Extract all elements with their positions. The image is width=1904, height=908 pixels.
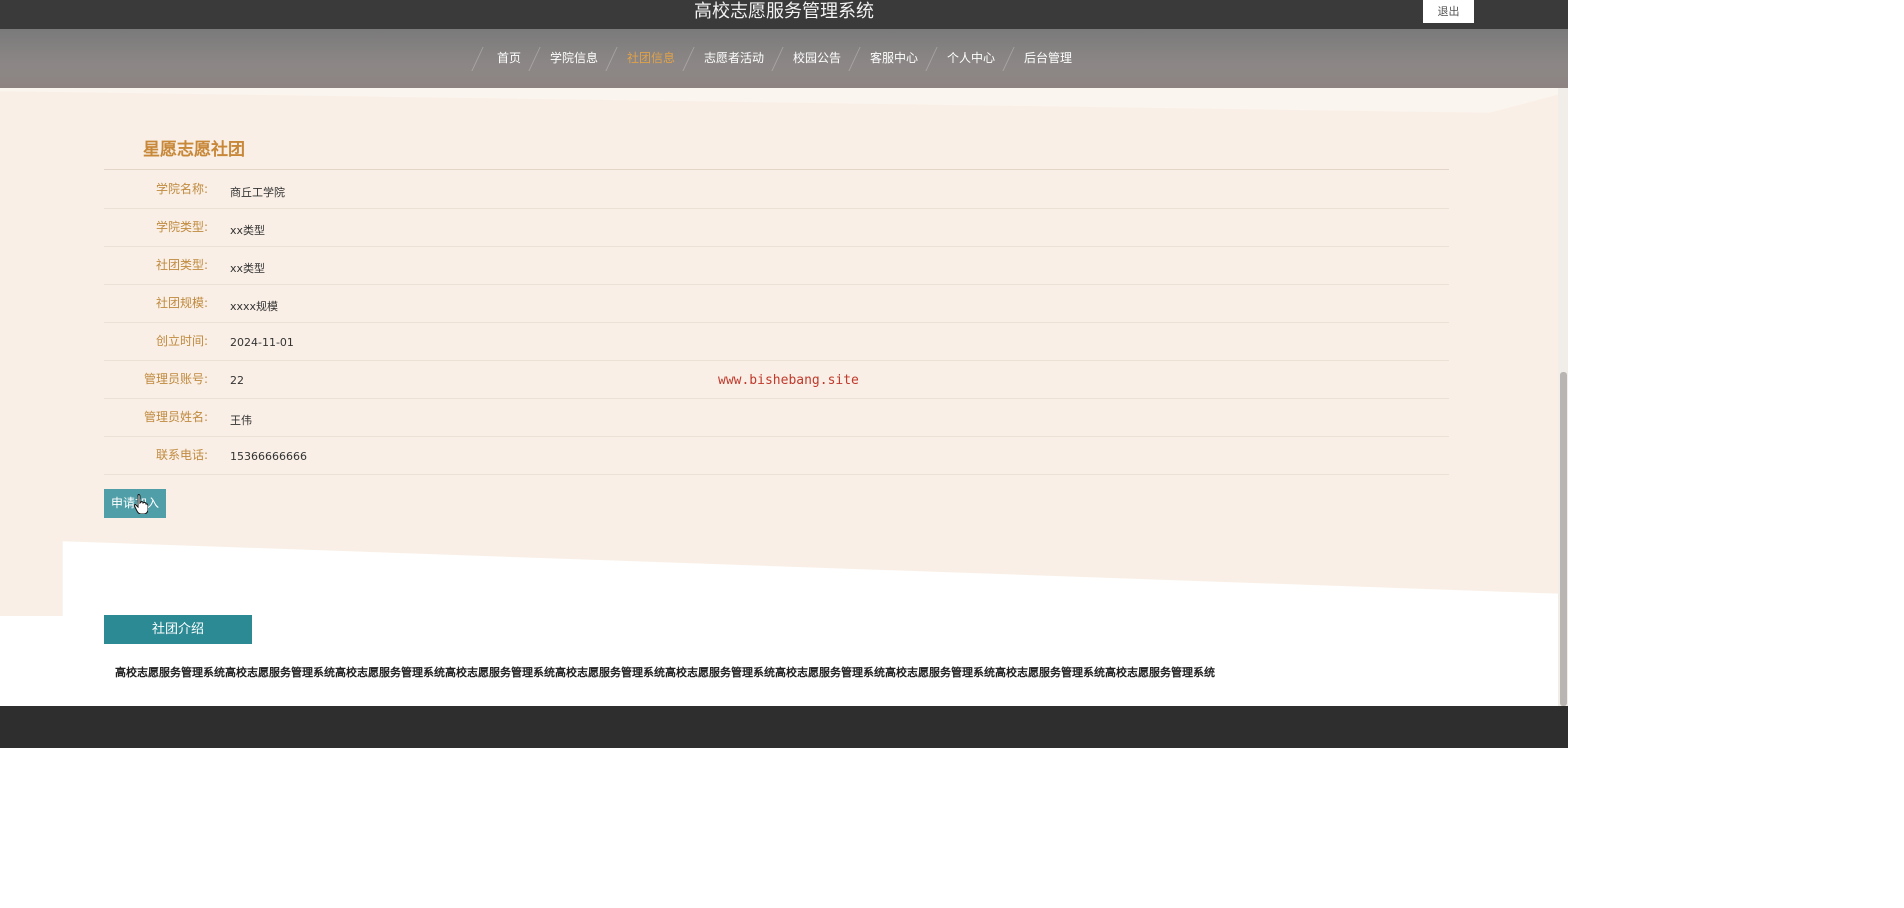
hand-cursor-icon xyxy=(134,494,148,514)
tab-club-intro[interactable]: 社团介绍 xyxy=(104,615,252,644)
nav-list: 首页 学院信息 社团信息 志愿者活动 校园公告 客服中心 个人中心 后台管理 xyxy=(0,29,1568,88)
watermark-text: www.bishebang.site xyxy=(718,373,859,388)
site-title: 高校志愿服务管理系统 xyxy=(694,1,874,22)
field-value: 商丘工学院 xyxy=(230,186,285,199)
field-label: 创立时间: xyxy=(155,334,208,348)
top-bar: 高校志愿服务管理系统 退出 xyxy=(0,0,1568,29)
scrollbar-thumb[interactable] xyxy=(1560,372,1567,706)
field-value: 王伟 xyxy=(230,414,252,427)
field-label: 联系电话: xyxy=(155,448,208,462)
field-label: 社团规模: xyxy=(155,296,208,310)
nav-item-club-info[interactable]: 社团信息 xyxy=(613,29,689,88)
nav-item-college-info[interactable]: 学院信息 xyxy=(536,29,612,88)
field-value: xx类型 xyxy=(230,224,266,237)
field-label: 学院类型: xyxy=(155,220,208,234)
nav-item-customer-service[interactable]: 客服中心 xyxy=(856,29,932,88)
nav-item-volunteer-activities[interactable]: 志愿者活动 xyxy=(690,29,778,88)
nav-item-home[interactable]: 首页 xyxy=(483,29,535,88)
field-label: 社团类型: xyxy=(155,258,208,272)
field-label: 管理员姓名: xyxy=(143,410,208,424)
footer xyxy=(0,706,1568,748)
info-row-club-type: 社团类型: xx类型 xyxy=(104,246,1449,285)
club-title: 星愿志愿社团 xyxy=(143,140,245,160)
main-nav: 首页 学院信息 社团信息 志愿者活动 校园公告 客服中心 个人中心 后台管理 xyxy=(0,29,1568,88)
field-value: xx类型 xyxy=(230,262,266,275)
nav-item-personal-center[interactable]: 个人中心 xyxy=(933,29,1009,88)
nav-item-admin[interactable]: 后台管理 xyxy=(1010,29,1086,88)
club-intro-text: 高校志愿服务管理系统高校志愿服务管理系统高校志愿服务管理系统高校志愿服务管理系统… xyxy=(115,666,1215,679)
field-value: 15366666666 xyxy=(230,450,307,463)
info-row-admin-name: 管理员姓名: 王伟 xyxy=(104,398,1449,437)
logout-button[interactable]: 退出 xyxy=(1423,0,1474,23)
field-value: 2024-11-01 xyxy=(230,336,294,349)
field-label: 管理员账号: xyxy=(143,372,208,386)
field-value: 22 xyxy=(230,374,244,387)
field-label: 学院名称: xyxy=(155,182,208,196)
info-row-contact-phone: 联系电话: 15366666666 xyxy=(104,436,1449,475)
field-value: xxxx规模 xyxy=(230,300,279,313)
info-row-college-name: 学院名称: 商丘工学院 xyxy=(104,170,1449,209)
nav-item-campus-notices[interactable]: 校园公告 xyxy=(779,29,855,88)
info-row-college-type: 学院类型: xx类型 xyxy=(104,208,1449,247)
info-row-founded-date: 创立时间: 2024-11-01 xyxy=(104,322,1449,361)
info-row-club-scale: 社团规模: xxxx规模 xyxy=(104,284,1449,323)
